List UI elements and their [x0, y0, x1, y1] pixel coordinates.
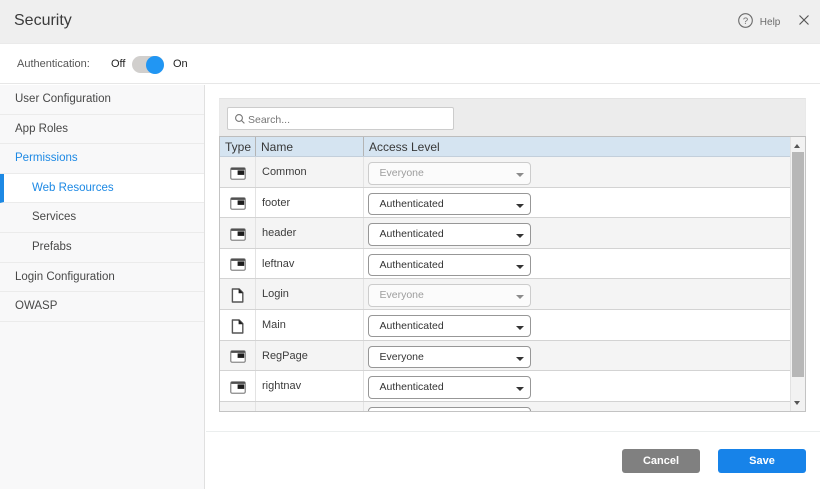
- svg-text:?: ?: [743, 16, 748, 27]
